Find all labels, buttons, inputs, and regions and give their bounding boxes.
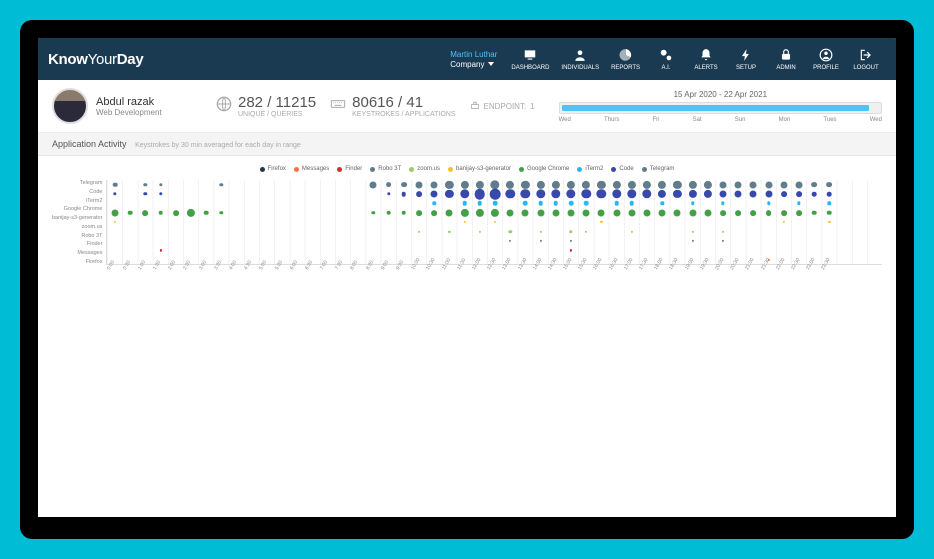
main-nav: DASHBOARD INDIVIDUALS REPORTS A.I. ALERT…	[505, 48, 886, 71]
pie-chart-icon	[619, 48, 633, 62]
legend-item[interactable]: zoom.us	[409, 166, 440, 172]
legend-item[interactable]: Code	[611, 166, 633, 172]
app-header: KnowYourDay Martin Luthar Company DASHBO…	[38, 38, 896, 80]
keyboard-icon	[330, 96, 346, 112]
endpoint-icon	[470, 101, 480, 111]
nav-alerts[interactable]: ALERTS	[686, 48, 726, 71]
legend-item[interactable]: Messages	[294, 166, 329, 172]
metrics-bar: Abdul razak Web Development 282 / 11215 …	[38, 80, 896, 133]
nav-profile[interactable]: PROFILE	[806, 48, 846, 71]
gears-icon	[659, 48, 673, 62]
app-screen: KnowYourDay Martin Luthar Company DASHBO…	[38, 38, 896, 518]
bolt-icon	[739, 48, 753, 62]
nav-setup[interactable]: SETUP	[726, 48, 766, 71]
chart-legend: Firefox Messages Finder Robo 3T zoom.us banij…	[52, 166, 882, 172]
legend-item[interactable]: Telegram	[642, 166, 675, 172]
nav-ai[interactable]: A.I.	[646, 48, 686, 71]
section-title: Application Activity	[52, 139, 127, 149]
date-range-slider[interactable]: 15 Apr 2020 - 22 Apr 2021 WedThursFriSat…	[549, 90, 882, 123]
monitor-icon	[523, 48, 537, 62]
nav-admin[interactable]: ADMIN	[766, 48, 806, 71]
logout-icon	[859, 48, 873, 62]
metric-unique: 282 / 11215 UNIQUE / QUERIES	[216, 94, 316, 118]
nav-reports[interactable]: REPORTS	[605, 48, 646, 71]
laptop-frame: KnowYourDay Martin Luthar Company DASHBO…	[20, 20, 914, 539]
user-icon	[573, 48, 587, 62]
section-header: Application Activity Keystrokes by 30 mi…	[38, 133, 896, 156]
legend-item[interactable]: Google Chrome	[519, 166, 569, 172]
current-user-name: Martin Luthar	[450, 50, 497, 59]
nav-individuals[interactable]: INDIVIDUALS	[555, 48, 605, 71]
y-axis-labels: TelegramCodeiTerm2Google Chromebanijay-s…	[52, 180, 106, 265]
brand-logo[interactable]: KnowYourDay	[48, 51, 143, 68]
metric-keystrokes: 80616 / 41 KEYSTROKES / APPLICATIONS	[330, 94, 455, 118]
globe-icon	[216, 96, 232, 112]
legend-item[interactable]: Robo 3T	[370, 166, 401, 172]
legend-item[interactable]: banijay-s3-generator	[448, 166, 511, 172]
bell-icon	[699, 48, 713, 62]
date-range-label: 15 Apr 2020 - 22 Apr 2021	[559, 90, 882, 99]
header-user-block: Martin Luthar Company	[450, 50, 505, 69]
profile-circle-icon	[819, 48, 833, 62]
avatar[interactable]	[52, 88, 88, 124]
scope-dropdown[interactable]: Company	[450, 60, 497, 69]
legend-item[interactable]: iTerm2	[577, 166, 603, 172]
profile-block: Abdul razak Web Development	[52, 88, 202, 124]
profile-name: Abdul razak	[96, 96, 162, 108]
section-subtitle: Keystrokes by 30 min averaged for each d…	[135, 142, 301, 149]
laptop-base	[38, 517, 896, 539]
nav-logout[interactable]: LOGOUT	[846, 48, 886, 71]
legend-item[interactable]: Finder	[337, 166, 362, 172]
activity-chart: Firefox Messages Finder Robo 3T zoom.us banij…	[38, 156, 896, 518]
endpoint-indicator: ENDPOINT: 1	[470, 101, 535, 111]
legend-item[interactable]: Firefox	[260, 166, 286, 172]
chart-grid	[106, 180, 882, 265]
lock-icon	[779, 48, 793, 62]
nav-dashboard[interactable]: DASHBOARD	[505, 48, 555, 71]
weekday-labels: WedThursFriSatSunMonTuesWed	[559, 117, 882, 123]
chevron-down-icon	[488, 62, 494, 66]
profile-role: Web Development	[96, 108, 162, 117]
